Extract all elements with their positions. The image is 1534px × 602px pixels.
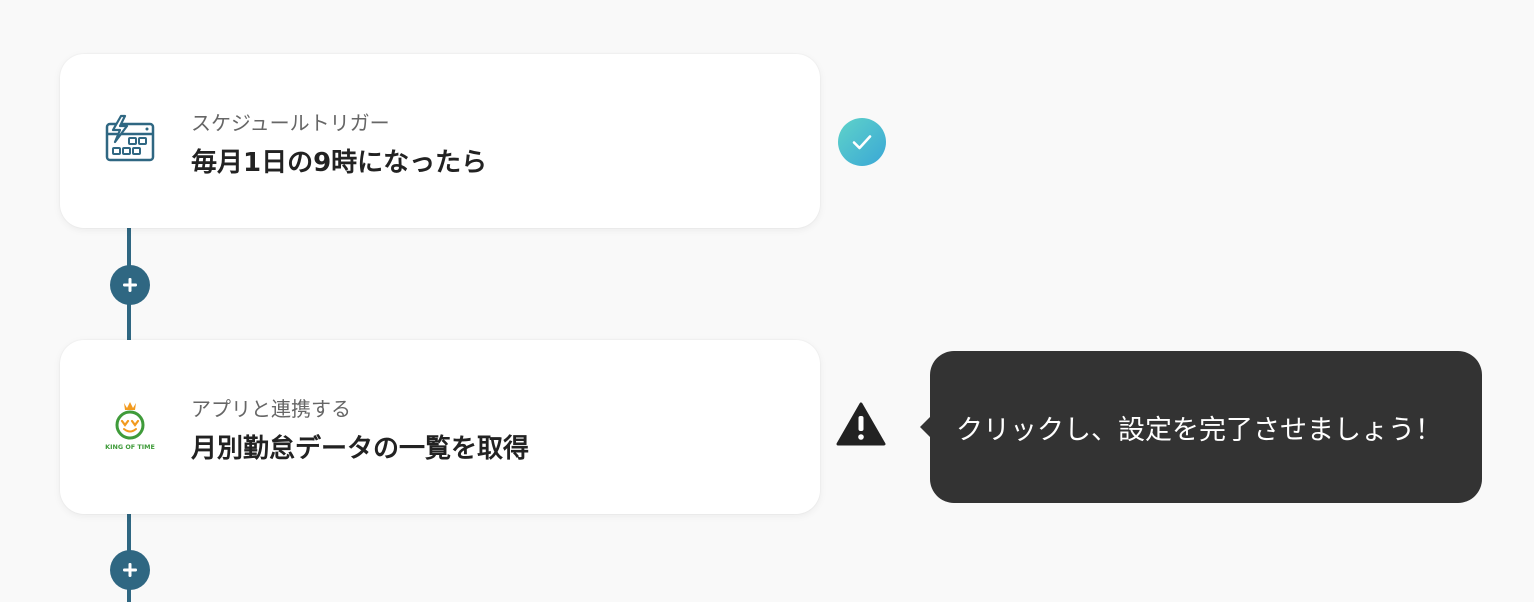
schedule-trigger-icon xyxy=(100,111,160,171)
step-type-label: アプリと連携する xyxy=(191,397,351,421)
step-title: 毎月1日の9時になったら xyxy=(191,148,488,178)
setup-hint-tooltip: クリックし、設定を完了させましょう！ xyxy=(920,351,1482,503)
flow-step-card-app[interactable]: KING OF TIME アプリと連携する 月別勤怠データの一覧を取得 xyxy=(60,340,820,514)
svg-text:KING OF TIME: KING OF TIME xyxy=(105,443,155,451)
warning-icon xyxy=(836,402,886,446)
add-step-button[interactable] xyxy=(110,265,150,305)
step-complete-check-icon xyxy=(838,118,886,166)
flow-canvas: スケジュールトリガー 毎月1日の9時になったら KING OF TIME アプリ… xyxy=(0,0,1534,602)
step-title: 月別勤怠データの一覧を取得 xyxy=(191,434,530,464)
step-type-label: スケジュールトリガー xyxy=(191,111,390,135)
plus-icon xyxy=(123,563,137,577)
king-of-time-logo: KING OF TIME xyxy=(100,397,160,457)
flow-step-card-trigger[interactable]: スケジュールトリガー 毎月1日の9時になったら xyxy=(60,54,820,228)
plus-icon xyxy=(123,278,137,292)
add-step-button[interactable] xyxy=(110,550,150,590)
tooltip-text: クリックし、設定を完了させましょう！ xyxy=(956,414,1442,446)
